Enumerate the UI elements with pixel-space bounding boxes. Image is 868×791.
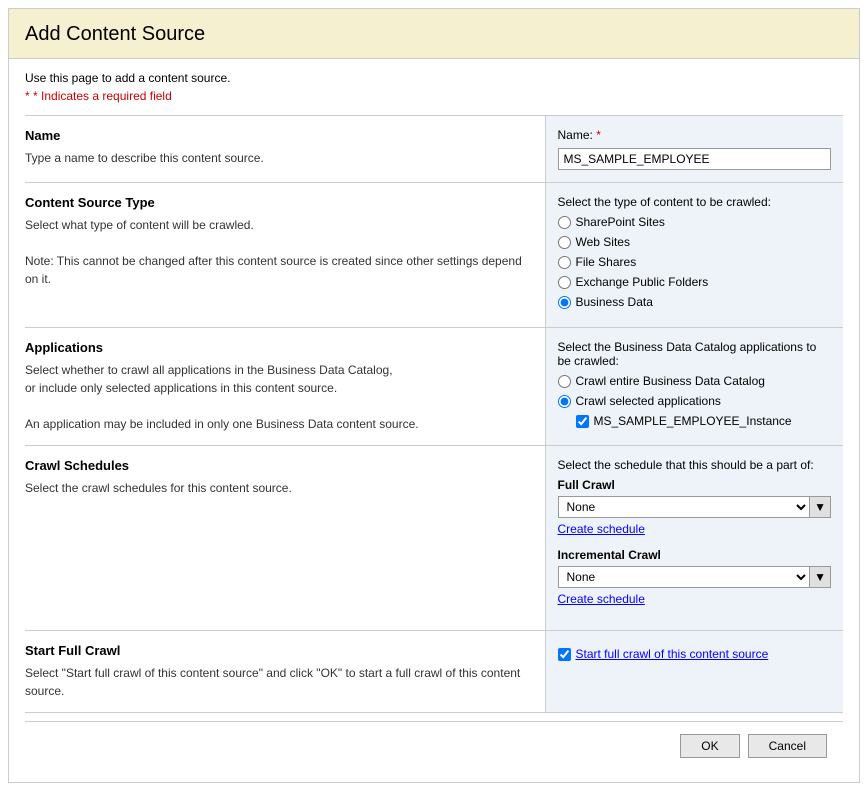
apps-left-cell: Applications Select whether to crawl all… [25,328,545,446]
apps-checkbox-input[interactable] [576,415,589,428]
full-crawl-create-link[interactable]: Create schedule [558,522,645,536]
applications-row: Applications Select whether to crawl all… [25,328,843,446]
name-left-cell: Name Type a name to describe this conten… [25,116,545,183]
apps-checkbox-wrapper: MS_SAMPLE_EMPLOYEE_Instance [576,414,832,428]
radio-sharepoint-input[interactable] [558,216,571,229]
main-table: Name Type a name to describe this conten… [25,115,843,713]
full-crawl-select-wrapper: None ▼ [558,496,832,518]
required-note: * * Indicates a required field [25,89,843,103]
cst-heading: Content Source Type [25,195,533,210]
radio-websites-input[interactable] [558,236,571,249]
sfc-checkbox-wrapper: Start full crawl of this content source [558,647,832,661]
incremental-crawl-dropdown-btn[interactable]: ▼ [810,566,831,588]
cs-heading: Crawl Schedules [25,458,533,473]
apps-desc: Select whether to crawl all applications… [25,361,533,433]
name-heading: Name [25,128,533,143]
sfc-desc: Select "Start full crawl of this content… [25,664,533,700]
radio-crawl-selected-label: Crawl selected applications [576,394,721,408]
intro-text: Use this page to add a content source. [25,71,843,85]
sfc-heading: Start Full Crawl [25,643,533,658]
required-star: * [25,89,30,103]
footer-buttons: OK Cancel [25,721,843,770]
apps-right-label: Select the Business Data Catalog applica… [558,340,832,368]
cst-desc1: Select what type of content will be craw… [25,216,533,288]
page-wrapper: Add Content Source Use this page to add … [8,8,860,783]
radio-sharepoint-label: SharePoint Sites [576,215,665,229]
radio-sharepoint: SharePoint Sites [558,215,832,229]
required-note-text: * Indicates a required field [33,89,172,103]
crawl-schedules-row: Crawl Schedules Select the crawl schedul… [25,446,843,631]
sfc-checkbox-input[interactable] [558,648,571,661]
full-crawl-select[interactable]: None [558,496,811,518]
radio-exchange-input[interactable] [558,276,571,289]
apps-heading: Applications [25,340,533,355]
name-desc: Type a name to describe this content sou… [25,149,533,167]
radio-fileshares-label: File Shares [576,255,637,269]
page-title: Add Content Source [25,23,843,46]
radio-businessdata-label: Business Data [576,295,653,309]
cs-right-label: Select the schedule that this should be … [558,458,832,472]
radio-fileshares: File Shares [558,255,832,269]
radio-businessdata: Business Data [558,295,832,309]
apps-checkbox-item: MS_SAMPLE_EMPLOYEE_Instance [576,414,832,428]
radio-crawl-selected: Crawl selected applications [558,394,832,408]
name-input[interactable] [558,148,832,170]
cst-right-label: Select the type of content to be crawled… [558,195,832,209]
apps-desc2: or include only selected applications in… [25,379,533,397]
apps-desc3: An application may be included in only o… [25,415,533,433]
radio-fileshares-input[interactable] [558,256,571,269]
name-right-label: Name: * [558,128,832,142]
cs-desc: Select the crawl schedules for this cont… [25,479,533,497]
cst-desc2-text: Note: This cannot be changed after this … [25,252,533,288]
sfc-right-cell: Start full crawl of this content source [545,631,843,713]
radio-websites-label: Web Sites [576,235,630,249]
full-crawl-dropdown-btn[interactable]: ▼ [810,496,831,518]
page-title-bar: Add Content Source [9,9,859,59]
apps-right-cell: Select the Business Data Catalog applica… [545,328,843,446]
content-source-type-row: Content Source Type Select what type of … [25,183,843,328]
name-right-cell: Name: * [545,116,843,183]
cst-desc1-text: Select what type of content will be craw… [25,216,533,234]
name-label-text: Name: [558,128,593,142]
radio-crawl-selected-input[interactable] [558,395,571,408]
radio-crawl-entire: Crawl entire Business Data Catalog [558,374,832,388]
cs-left-cell: Crawl Schedules Select the crawl schedul… [25,446,545,631]
cancel-button[interactable]: Cancel [748,734,827,758]
incremental-crawl-select[interactable]: None [558,566,811,588]
ok-button[interactable]: OK [680,734,739,758]
radio-exchange: Exchange Public Folders [558,275,832,289]
incremental-crawl-label: Incremental Crawl [558,548,832,562]
radio-businessdata-input[interactable] [558,296,571,309]
cst-left-cell: Content Source Type Select what type of … [25,183,545,328]
incremental-crawl-select-wrapper: None ▼ [558,566,832,588]
radio-exchange-label: Exchange Public Folders [576,275,709,289]
cs-right-cell: Select the schedule that this should be … [545,446,843,631]
name-row: Name Type a name to describe this conten… [25,116,843,183]
full-crawl-label: Full Crawl [558,478,832,492]
radio-websites: Web Sites [558,235,832,249]
apps-checkbox-label: MS_SAMPLE_EMPLOYEE_Instance [594,414,792,428]
apps-radio-group: Crawl entire Business Data Catalog Crawl… [558,374,832,428]
cst-radio-group: SharePoint Sites Web Sites File Shares [558,215,832,309]
incremental-crawl-create-link[interactable]: Create schedule [558,592,645,606]
start-full-crawl-row: Start Full Crawl Select "Start full craw… [25,631,843,713]
cs-right-content: Select the schedule that this should be … [558,458,832,618]
cst-right-cell: Select the type of content to be crawled… [545,183,843,328]
sfc-left-cell: Start Full Crawl Select "Start full craw… [25,631,545,713]
sfc-checkbox-label[interactable]: Start full crawl of this content source [576,647,769,661]
radio-crawl-entire-label: Crawl entire Business Data Catalog [576,374,765,388]
page-content: Use this page to add a content source. *… [9,59,859,782]
radio-crawl-entire-input[interactable] [558,375,571,388]
name-required-star: * [596,128,601,142]
apps-desc1: Select whether to crawl all applications… [25,361,533,379]
